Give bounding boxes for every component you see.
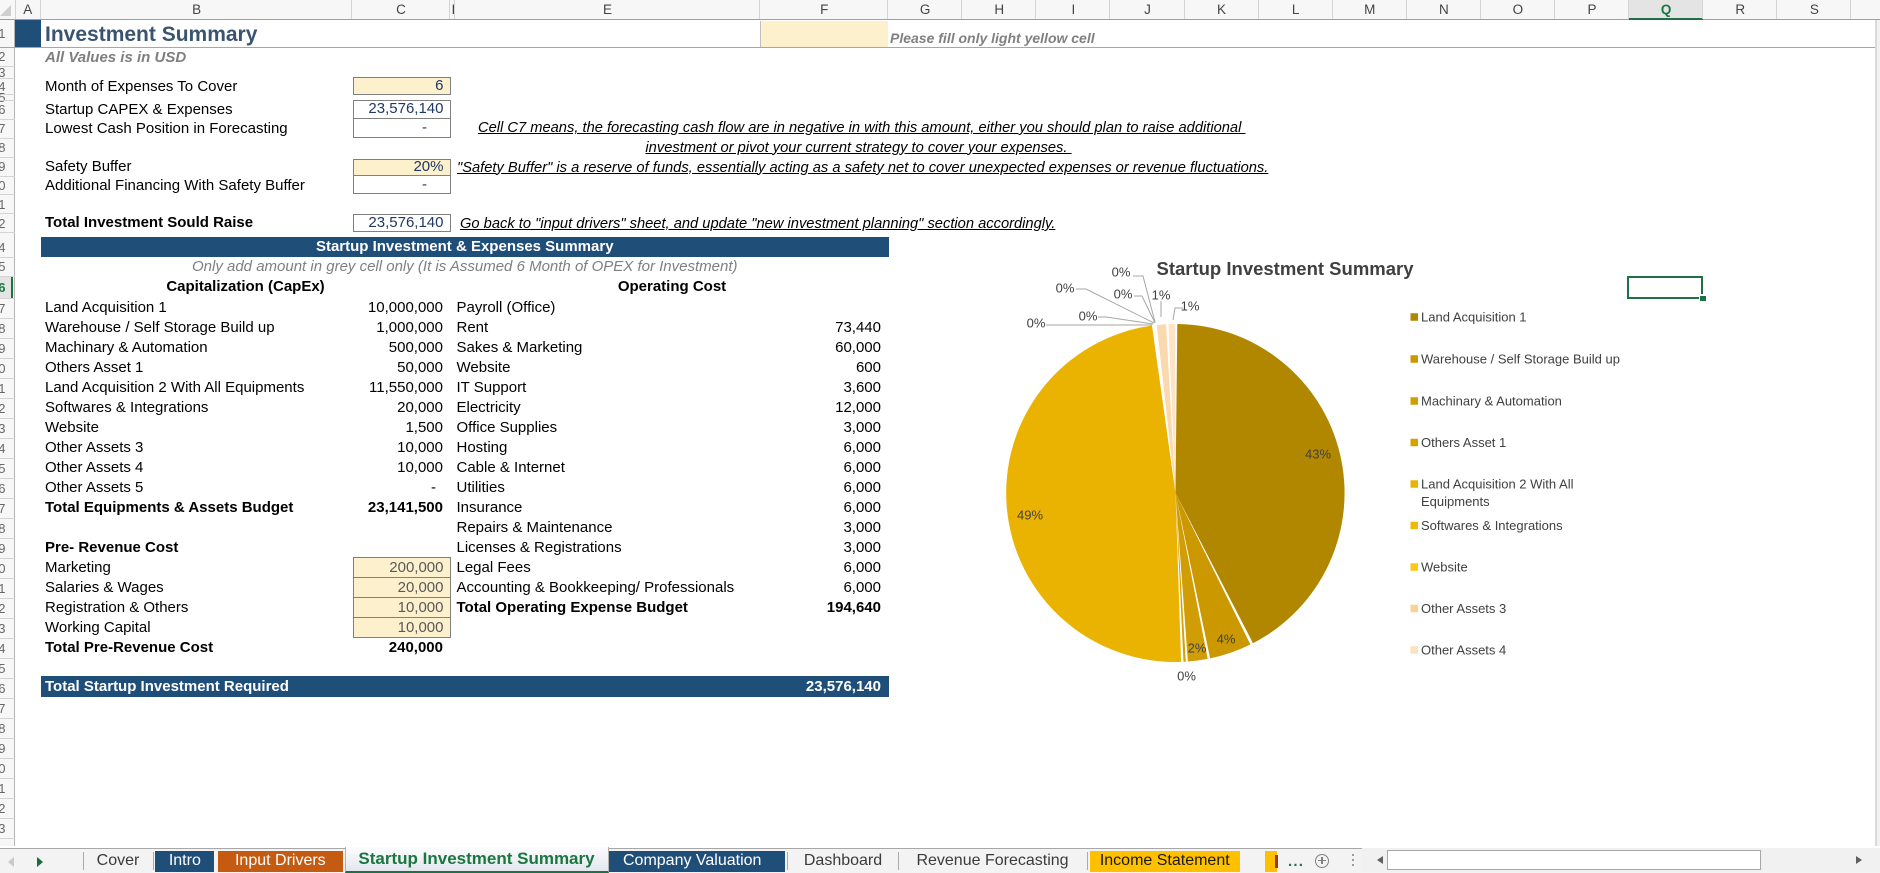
svg-text:Warehouse / Self Storage Build: Warehouse / Self Storage Build up xyxy=(1421,352,1620,367)
svg-text:Startup Investment Summary: Startup Investment Summary xyxy=(1156,258,1414,279)
svg-text:Others Asset 1: Others Asset 1 xyxy=(1421,435,1506,450)
svg-text:0%: 0% xyxy=(1027,316,1046,331)
svg-text:Other Assets 3: Other Assets 3 xyxy=(1421,601,1506,616)
svg-text:43%: 43% xyxy=(1305,447,1331,462)
svg-text:0%: 0% xyxy=(1114,287,1133,302)
svg-text:0%: 0% xyxy=(1177,669,1196,684)
svg-text:1%: 1% xyxy=(1181,299,1200,314)
svg-text:Land Acquisition 1: Land Acquisition 1 xyxy=(1421,310,1527,325)
svg-text:0%: 0% xyxy=(1056,281,1075,296)
svg-text:0%: 0% xyxy=(1112,265,1131,280)
svg-text:0%: 0% xyxy=(1079,309,1098,324)
svg-text:Website: Website xyxy=(1421,560,1468,575)
svg-text:Softwares & Integrations: Softwares & Integrations xyxy=(1421,518,1563,533)
svg-text:Land Acquisition 2 With All: Land Acquisition 2 With All xyxy=(1421,477,1574,492)
svg-text:Equipments: Equipments xyxy=(1421,494,1490,509)
svg-text:Other Assets 4: Other Assets 4 xyxy=(1421,643,1506,658)
svg-text:49%: 49% xyxy=(1017,508,1043,523)
svg-text:Machinary & Automation: Machinary & Automation xyxy=(1421,394,1562,409)
svg-text:4%: 4% xyxy=(1217,632,1236,647)
svg-text:1%: 1% xyxy=(1152,288,1171,303)
svg-text:2%: 2% xyxy=(1188,641,1207,656)
